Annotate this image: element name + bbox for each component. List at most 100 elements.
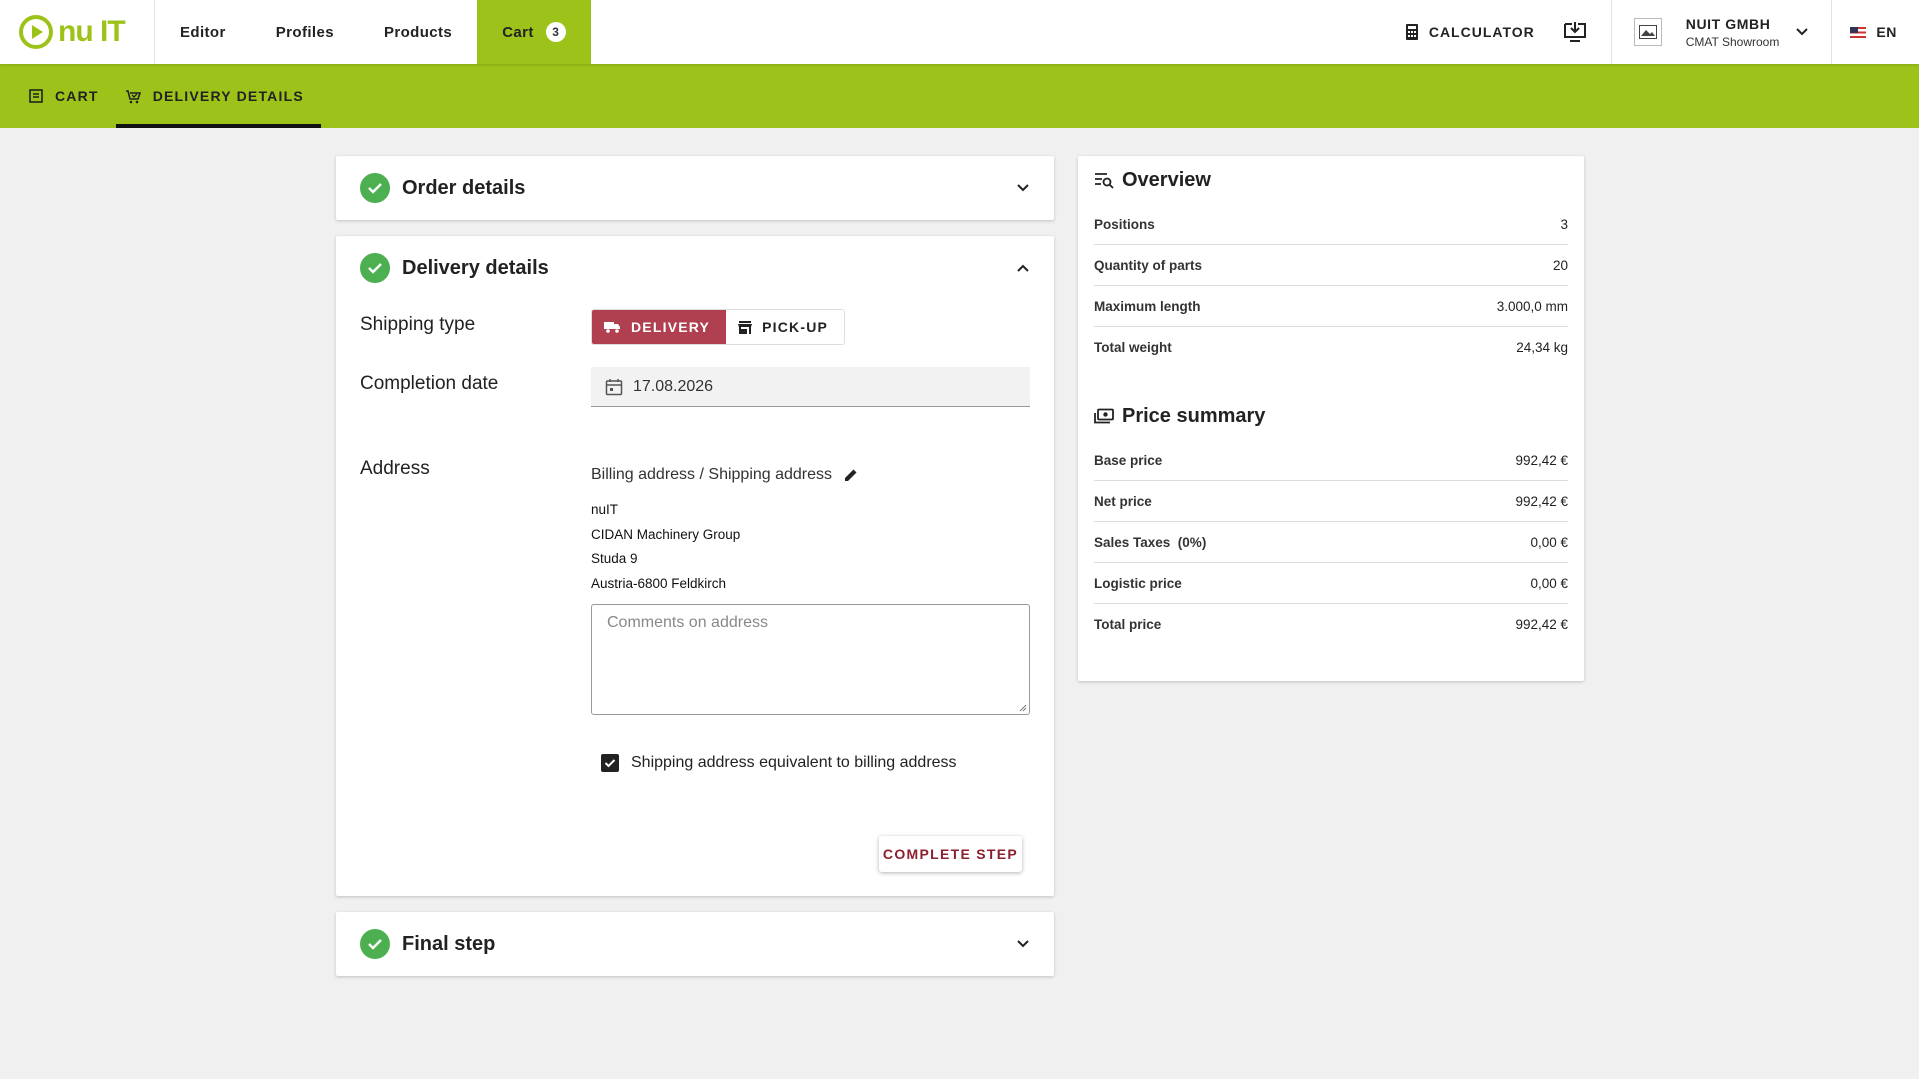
delivery-details-step: Delivery details Shipping type DELIVERY …	[336, 236, 1054, 896]
overview-row: Maximum length 3.000,0 mm	[1094, 286, 1568, 327]
step-complete-icon	[360, 929, 390, 959]
shipping-type-toggle: DELIVERY PICK-UP	[591, 309, 846, 345]
chevron-up-icon	[1017, 264, 1029, 272]
logo-text: nu IT	[58, 15, 126, 48]
row-value: 20	[1552, 257, 1568, 273]
price-row: Logistic price 0,00 €	[1094, 563, 1568, 604]
delivery-option-label: DELIVERY	[631, 319, 711, 335]
subnav-delivery-details[interactable]: DELIVERY DETAILS	[115, 64, 321, 128]
same-address-checkbox[interactable]	[601, 754, 619, 772]
company-menu[interactable]: NUIT GMBH CMAT Showroom	[1612, 0, 1833, 64]
list-search-icon	[1095, 173, 1114, 189]
overview-row: Positions 3	[1094, 204, 1568, 245]
resize-handle-icon[interactable]	[1019, 704, 1027, 712]
row-label: Net price	[1094, 493, 1152, 509]
edit-pencil-icon[interactable]	[844, 468, 858, 482]
overview-title: Overview	[1122, 168, 1211, 191]
row-label: Total weight	[1094, 340, 1172, 355]
row-value: 992,42 €	[1515, 452, 1568, 468]
logo[interactable]: nu IT	[0, 0, 155, 64]
row-label: Quantity of parts	[1094, 257, 1203, 273]
address-heading-text: Billing address / Shipping address	[591, 466, 833, 483]
delivery-details-header[interactable]: Delivery details	[336, 236, 1054, 300]
pickup-option-button[interactable]: PICK-UP	[726, 310, 845, 344]
order-details-title: Order details	[402, 176, 526, 199]
nav-profiles[interactable]: Profiles	[251, 0, 359, 64]
price-summary-heading: Price summary	[1078, 392, 1584, 440]
step-complete-icon	[360, 253, 390, 283]
row-label: Logistic price	[1094, 575, 1182, 591]
row-label: Total price	[1094, 617, 1162, 632]
row-label: Base price	[1094, 452, 1163, 468]
row-value: 3	[1560, 216, 1568, 232]
company-name: NUIT GMBH	[1685, 15, 1771, 32]
company-subtitle: CMAT Showroom	[1685, 34, 1780, 49]
overview-row: Total weight 24,34 kg	[1094, 327, 1568, 368]
nav-products-label: Products	[383, 23, 453, 41]
same-address-checkbox-row[interactable]: Shipping address equivalent to billing a…	[601, 754, 957, 772]
download-icon	[1563, 22, 1586, 42]
calculator-button[interactable]: CALCULATOR	[1385, 0, 1555, 64]
complete-step-label: COMPLETE STEP	[882, 846, 1019, 862]
row-label: Maximum length	[1094, 298, 1201, 314]
delivery-option-button[interactable]: DELIVERY	[592, 310, 727, 344]
completion-date-input[interactable]: 17.08.2026	[591, 367, 1030, 407]
row-label: Positions	[1094, 216, 1155, 232]
image-icon	[1638, 25, 1657, 39]
overview-panel: Overview Positions 3 Quantity of parts 20 …	[1078, 156, 1584, 681]
download-button[interactable]	[1555, 0, 1612, 64]
complete-step-button[interactable]: COMPLETE STEP	[879, 836, 1022, 872]
truck-icon	[604, 322, 620, 333]
row-value: 24,34 kg	[1516, 340, 1568, 355]
same-address-label: Shipping address equivalent to billing a…	[631, 754, 957, 771]
sub-navigation: CART DELIVERY DETAILS	[0, 64, 1919, 128]
final-step: Final step	[336, 912, 1054, 976]
overview-heading: Overview	[1078, 156, 1584, 204]
row-value: 0,00 €	[1530, 534, 1568, 550]
subnav-cart-label: CART	[55, 88, 99, 104]
language-label: EN	[1876, 24, 1897, 40]
step-complete-icon	[360, 173, 390, 203]
subnav-delivery-label: DELIVERY DETAILS	[152, 88, 304, 104]
address-label: Address	[360, 458, 430, 479]
final-step-title: Final step	[402, 932, 496, 955]
checkmark-icon	[604, 759, 616, 768]
nav-editor[interactable]: Editor	[155, 0, 251, 64]
address-line: Austria-6800 Feldkirch	[591, 575, 727, 591]
row-value: 992,42 €	[1515, 617, 1568, 632]
company-avatar	[1633, 18, 1662, 46]
chevron-down-icon	[1796, 28, 1809, 36]
cart-count-badge: 3	[545, 22, 566, 42]
comments-placeholder: Comments on address	[607, 614, 768, 631]
language-selector[interactable]: EN	[1832, 0, 1919, 64]
completion-date-value: 17.08.2026	[633, 377, 714, 395]
row-value: 992,42 €	[1515, 493, 1568, 509]
price-row: Sales Taxes (0%) 0,00 €	[1094, 522, 1568, 563]
row-value: 0,00 €	[1530, 575, 1568, 591]
address-block: nuIT CIDAN Machinery Group Studa 9 Austr…	[591, 498, 740, 596]
price-row: Total price 992,42 €	[1094, 604, 1568, 645]
nav-products[interactable]: Products	[359, 0, 477, 64]
store-icon	[738, 320, 753, 334]
top-bar: nu IT Editor Profiles Products Cart 3 CA…	[0, 0, 1919, 64]
chevron-down-icon	[1017, 184, 1029, 192]
final-step-header[interactable]: Final step	[336, 912, 1054, 976]
list-icon	[29, 89, 43, 103]
pickup-option-label: PICK-UP	[762, 319, 829, 335]
address-line: nuIT	[591, 502, 619, 517]
price-row: Net price 992,42 €	[1094, 481, 1568, 522]
order-details-step: Order details	[336, 156, 1054, 220]
shipping-type-label: Shipping type	[360, 314, 476, 335]
calculator-label: CALCULATOR	[1428, 24, 1535, 40]
address-comments-textarea[interactable]: Comments on address	[591, 604, 1030, 715]
nav-cart-label: Cart	[502, 23, 534, 41]
nav-profiles-label: Profiles	[275, 23, 334, 41]
address-heading: Billing address / Shipping address	[591, 466, 858, 484]
price-summary-title: Price summary	[1122, 404, 1266, 427]
money-icon	[1094, 408, 1114, 424]
price-row: Base price 992,42 €	[1094, 440, 1568, 481]
subnav-cart[interactable]: CART	[20, 64, 116, 128]
nav-cart[interactable]: Cart 3	[477, 0, 591, 64]
order-details-header[interactable]: Order details	[336, 156, 1054, 220]
address-line: CIDAN Machinery Group	[591, 526, 741, 542]
